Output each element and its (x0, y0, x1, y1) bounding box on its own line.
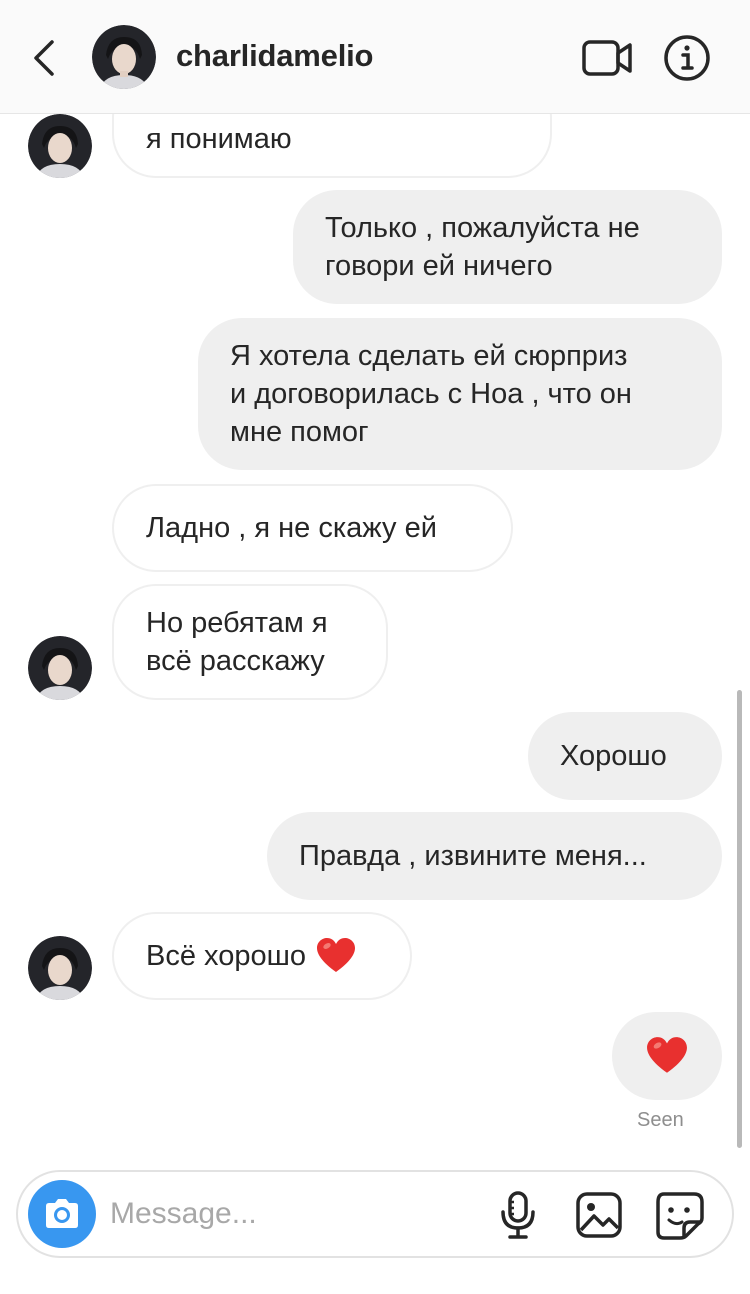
message-bubble-outgoing[interactable]: Только , пожалуйста не говори ей ничего (293, 190, 722, 304)
scrollbar[interactable] (737, 690, 742, 1148)
camera-icon (42, 1197, 82, 1231)
back-button[interactable] (26, 34, 66, 82)
red-heart-icon (316, 938, 356, 974)
sender-avatar[interactable] (28, 636, 92, 700)
message-composer (16, 1170, 734, 1258)
video-call-button[interactable] (580, 36, 636, 80)
message-text: я понимаю (146, 123, 292, 155)
message-bubble-incoming[interactable]: я понимаю (112, 114, 552, 178)
message-bubble-outgoing[interactable]: Я хотела сделать ей сюрприз и договорила… (198, 318, 722, 470)
message-text: Но ребятам я всё расскажу (146, 607, 328, 677)
message-bubble-outgoing[interactable]: Хорошо (528, 712, 722, 800)
chevron-left-icon (26, 34, 66, 82)
message-bubble-outgoing[interactable] (612, 1012, 722, 1100)
message-bubble-incoming[interactable]: Ладно , я не скажу ей (112, 484, 513, 572)
message-text: Хорошо (560, 740, 667, 772)
message-text: Я хотела сделать ей сюрприз и договорила… (230, 340, 632, 448)
header-avatar[interactable] (92, 25, 156, 89)
chat-header: charlidamelio (0, 0, 750, 114)
message-text: Правда , извините меня... (299, 840, 647, 872)
message-text: Только , пожалуйста не говори ей ничего (325, 212, 640, 282)
message-input[interactable] (110, 1190, 480, 1238)
message-bubble-incoming[interactable]: Всё хорошо (112, 912, 412, 1000)
image-icon (574, 1190, 624, 1240)
sender-avatar[interactable] (28, 936, 92, 1000)
info-button[interactable] (662, 33, 712, 83)
info-icon (662, 33, 712, 83)
message-bubble-outgoing[interactable]: Правда , извините меня... (267, 812, 722, 900)
sender-avatar[interactable] (28, 114, 92, 178)
message-bubble-incoming[interactable]: Но ребятам я всё расскажу (112, 584, 388, 700)
message-text: Всё хорошо (146, 940, 306, 972)
red-heart-icon (646, 1037, 688, 1075)
sticker-button[interactable] (654, 1190, 706, 1240)
voice-message-button[interactable] (498, 1190, 538, 1240)
gallery-button[interactable] (574, 1190, 624, 1240)
seen-status: Seen (637, 1109, 684, 1131)
camera-button[interactable] (28, 1180, 96, 1248)
sticker-icon (654, 1190, 706, 1240)
video-camera-icon (580, 36, 636, 80)
message-text: Ладно , я не скажу ей (146, 512, 437, 544)
chat-username[interactable]: charlidamelio (176, 38, 373, 74)
microphone-icon (498, 1190, 538, 1240)
message-thread[interactable]: я понимаю Только , пожалуйста не говори … (0, 114, 750, 1154)
